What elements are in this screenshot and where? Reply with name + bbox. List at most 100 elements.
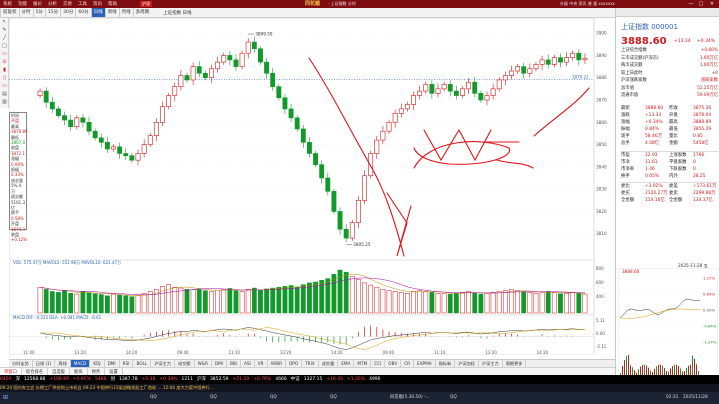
draw-tool-icon[interactable]: ✎ <box>1 27 8 34</box>
candle-body[interactable] <box>227 55 233 61</box>
candle-body[interactable] <box>111 146 116 150</box>
indicator-tab[interactable]: RSI <box>120 360 134 367</box>
indicator-tab[interactable]: 成交量 <box>319 360 339 367</box>
indicator-tab[interactable]: 指标新 <box>436 360 456 367</box>
minimize-button[interactable]: — <box>688 1 694 7</box>
candle-body[interactable] <box>184 75 190 81</box>
candle-body[interactable] <box>453 90 459 96</box>
candle-body[interactable] <box>564 57 570 63</box>
menu-item[interactable]: 资讯 <box>93 1 102 7</box>
candle-body[interactable] <box>43 90 49 103</box>
candle-body[interactable] <box>331 191 337 212</box>
candle-body[interactable] <box>282 97 288 110</box>
candle-body[interactable] <box>319 164 325 179</box>
candle-body[interactable] <box>404 104 410 110</box>
candle-body[interactable] <box>153 121 159 136</box>
indicator-tab[interactable]: 沪深主力 <box>151 360 175 367</box>
period-tab[interactable]: 15分 <box>44 8 60 17</box>
candle-body[interactable] <box>362 175 367 201</box>
candle-body[interactable] <box>355 199 361 223</box>
candle-body[interactable] <box>509 70 514 76</box>
candle-body[interactable] <box>521 66 527 74</box>
candle-body[interactable] <box>178 75 184 87</box>
menu-item[interactable]: 系统 <box>3 1 12 7</box>
candle-body[interactable] <box>37 90 43 96</box>
candle-body[interactable] <box>527 68 533 74</box>
period-tab[interactable]: 月线 <box>118 8 133 17</box>
taskbar-app[interactable]: QQ <box>450 392 457 404</box>
candle-body[interactable] <box>62 115 67 121</box>
candle-body[interactable] <box>472 81 478 94</box>
menu-item[interactable]: 分析 <box>48 1 57 7</box>
taskbar-app[interactable]: QQ <box>270 392 277 404</box>
candle-body[interactable] <box>233 59 239 67</box>
indicator-tab[interactable]: 日线 (1) <box>33 360 56 367</box>
candle-body[interactable] <box>435 88 441 94</box>
candle-body[interactable] <box>417 90 423 96</box>
indicator-tab[interactable]: OBV <box>385 360 402 367</box>
candle-body[interactable] <box>129 155 135 161</box>
indicator-tab[interactable]: 沪深主力 <box>479 360 503 367</box>
draw-tool-icon[interactable]: ▥ <box>1 99 8 106</box>
candle-body[interactable] <box>466 81 472 90</box>
candle-body[interactable] <box>398 108 404 114</box>
intraday-mini-chart[interactable]: 3888.60 1.27% 0.64% 0.00% -0.64% -1.27% <box>618 268 718 381</box>
draw-tool-icon[interactable]: ▭ <box>1 83 8 90</box>
candle-body[interactable] <box>576 52 582 61</box>
candle-body[interactable] <box>86 121 92 132</box>
period-tab[interactable]: 日线 <box>90 8 105 17</box>
indicator-tab[interactable]: CR <box>401 360 415 367</box>
candle-body[interactable] <box>288 108 294 119</box>
candle-body[interactable] <box>496 79 502 90</box>
indicator-tab[interactable]: BBI <box>227 360 241 367</box>
candle-body[interactable] <box>423 84 429 92</box>
draw-tool-icon[interactable]: ⊙ <box>1 59 8 66</box>
candle-body[interactable] <box>196 66 202 74</box>
candle-body[interactable] <box>202 72 208 79</box>
candle-body[interactable] <box>337 211 343 230</box>
draw-tool-icon[interactable]: ▮ <box>1 67 8 74</box>
candle-body[interactable] <box>245 41 251 54</box>
indicator-tab[interactable]: ASI <box>241 360 255 367</box>
indicator-tab[interactable]: CCI <box>371 360 386 367</box>
candle-body[interactable] <box>74 117 80 128</box>
candle-body[interactable] <box>349 222 355 239</box>
kline-chart[interactable]: 3900 3890 3880 3870 3860 3850 3840 3830 3820 3810… <box>9 18 609 355</box>
indicator-tab[interactable]: KDJ <box>90 360 105 367</box>
close-button[interactable]: ✕ <box>709 1 715 7</box>
candle-body[interactable] <box>515 66 521 72</box>
taskbar-app[interactable]: QQ <box>150 392 157 404</box>
candle-body[interactable] <box>209 68 214 79</box>
candle-body[interactable] <box>380 130 386 141</box>
candle-body[interactable] <box>264 61 270 74</box>
summary-row[interactable]: 流通市值 59.09万亿 <box>621 93 718 100</box>
menu-item[interactable]: 帮助 <box>108 1 117 7</box>
indicator-tab[interactable]: DMI <box>105 360 120 367</box>
candle-body[interactable] <box>429 84 435 94</box>
candle-body[interactable] <box>392 113 398 123</box>
candle-body[interactable] <box>270 72 276 87</box>
indicator-tab[interactable]: 周线 <box>55 360 71 367</box>
candle-body[interactable] <box>123 153 129 157</box>
menu-item[interactable]: 工具 <box>78 1 87 7</box>
candle-body[interactable] <box>306 142 312 154</box>
candle-body[interactable] <box>135 153 141 161</box>
candle-body[interactable] <box>239 52 245 67</box>
indicator-tab[interactable]: W&R <box>195 360 212 367</box>
candle-body[interactable] <box>374 139 380 154</box>
period-tab[interactable]: 30分 <box>60 8 75 17</box>
candle-body[interactable] <box>478 93 484 101</box>
draw-tool-icon[interactable]: ↖ <box>1 19 8 26</box>
news-bar[interactable]: 09:24 国内车工会 长期工厂供给和上市机会 09:23 中国央行15架战略发… <box>0 384 719 392</box>
candle-body[interactable] <box>104 142 110 150</box>
candle-body[interactable] <box>490 88 496 96</box>
candle-body[interactable] <box>502 75 508 81</box>
draw-tool-icon[interactable]: ▤ <box>1 91 8 98</box>
candle-body[interactable] <box>460 88 465 96</box>
indicator-tab[interactable]: VR <box>255 360 268 367</box>
indicator-tab[interactable]: 沪深加权 <box>455 360 479 367</box>
taskbar-app[interactable]: 同花顺(5.30.50) -... <box>390 392 430 404</box>
candle-body[interactable] <box>447 84 453 92</box>
period-tab[interactable]: 周线 <box>104 8 119 17</box>
period-tab[interactable]: 分时 <box>18 8 33 17</box>
